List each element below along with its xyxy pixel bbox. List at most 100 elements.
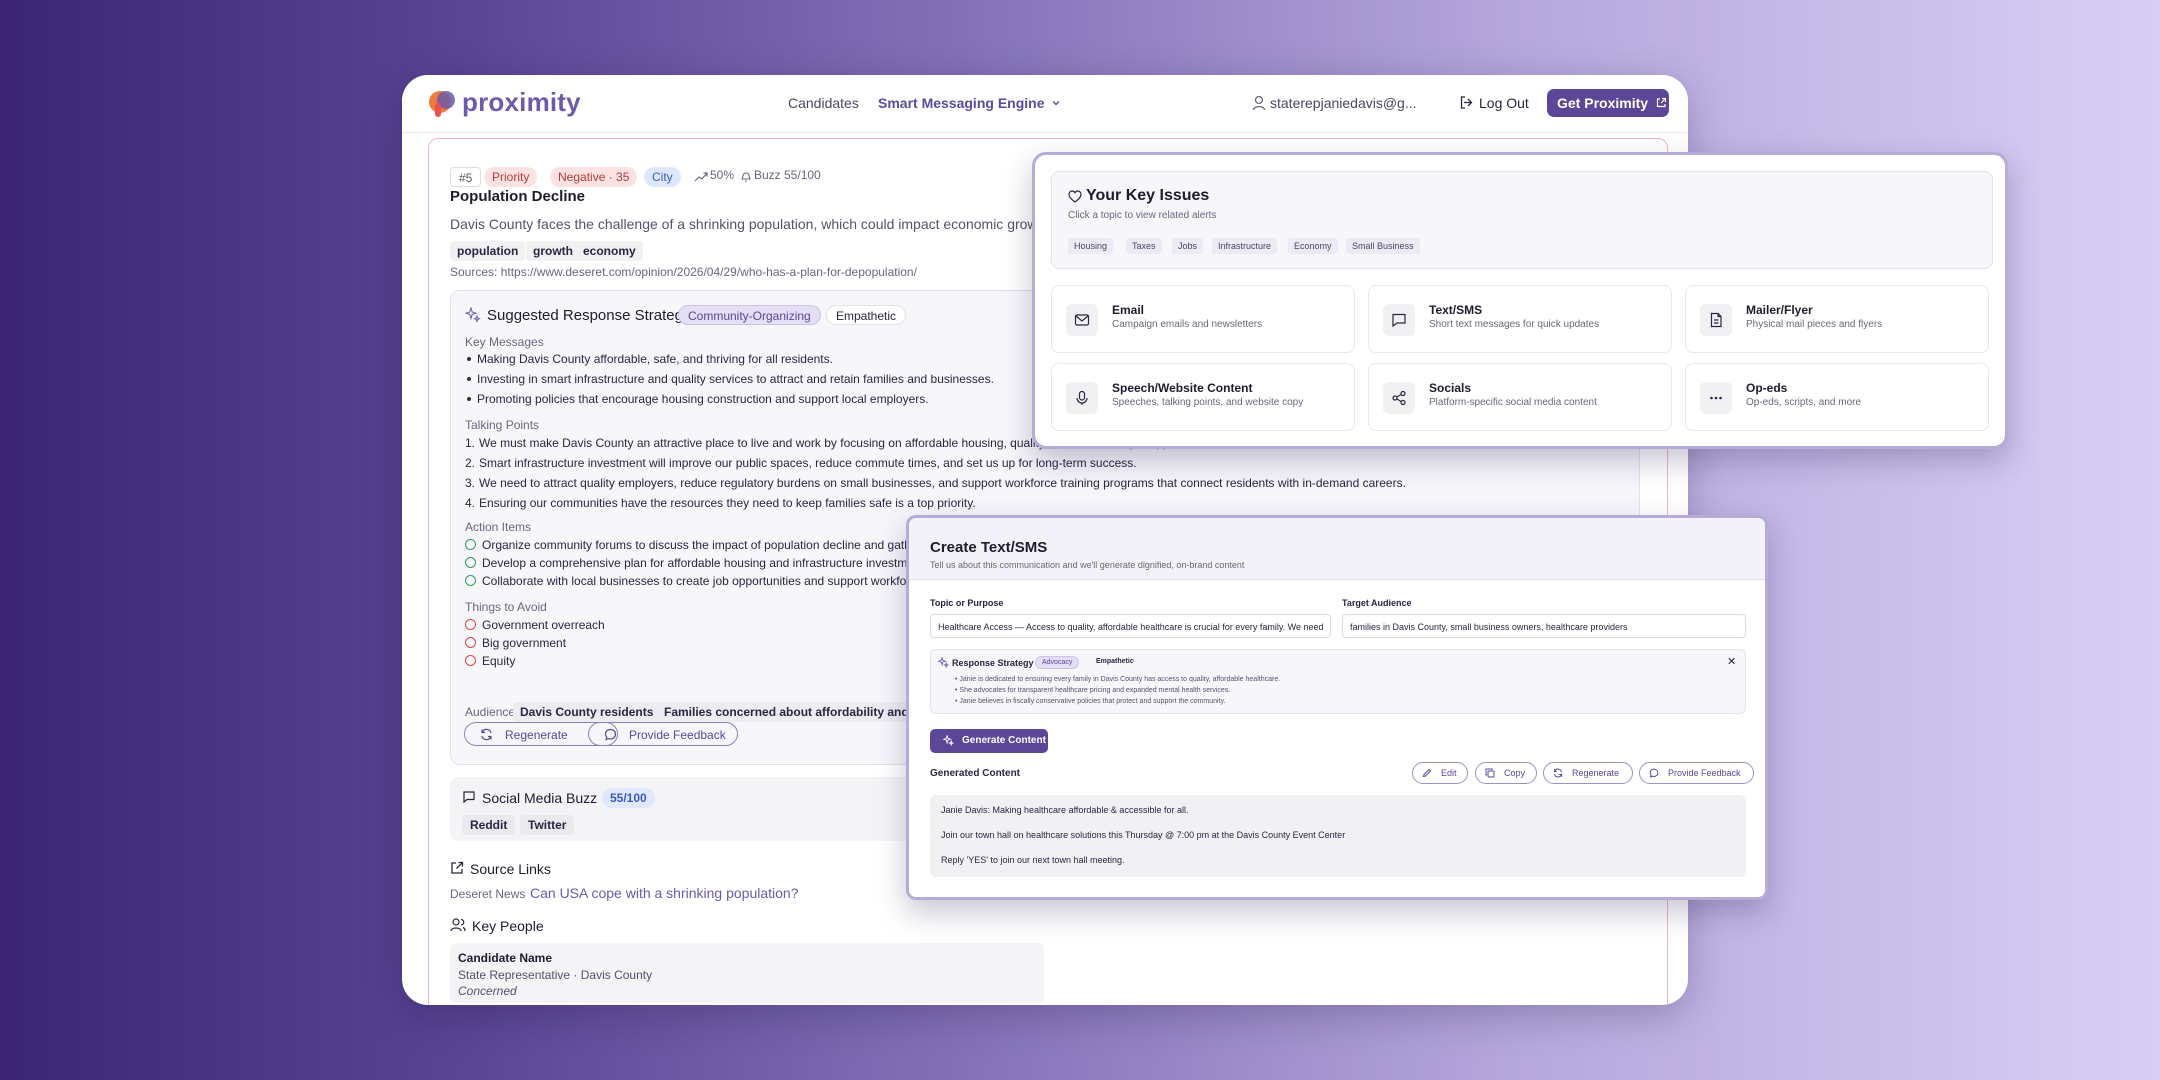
key-issues-panel: Your Key Issues Click a topic to view re…	[1032, 152, 2008, 449]
topic-tag-economy[interactable]: Economy	[1288, 238, 1338, 254]
strategy-point: • Janie is dedicated to ensuring every f…	[955, 676, 1281, 683]
nav-candidates[interactable]: Candidates	[788, 95, 859, 111]
card-icon-box	[1066, 382, 1098, 414]
list-number: 3.	[465, 476, 476, 490]
content-type-socials[interactable]: Socials Platform-specific social media c…	[1368, 363, 1672, 431]
list-number: 2.	[465, 456, 476, 470]
generated-line: Janie Davis: Making healthcare affordabl…	[941, 805, 1189, 815]
card-icon-box	[1383, 382, 1415, 414]
sources-text[interactable]: Sources: https://www.deseret.com/opinion…	[450, 265, 917, 279]
list-number: 4.	[465, 496, 476, 510]
refresh-icon	[481, 728, 492, 741]
strategy-point-text: Janie is dedicated to ensuring every fam…	[959, 676, 1281, 683]
source-publisher: Deseret News	[450, 887, 526, 901]
talking-point: We need to attract quality employers, re…	[479, 476, 1406, 490]
content-type-mailer[interactable]: Mailer/Flyer Physical mail pieces and fl…	[1685, 285, 1989, 353]
list-number: 1.	[465, 436, 476, 450]
content-type-text-sms[interactable]: Text/SMS Short text messages for quick u…	[1368, 285, 1672, 353]
alert-circle-icon	[465, 655, 476, 666]
source-link[interactable]: Can USA cope with a shrinking population…	[530, 885, 799, 901]
external-link-icon	[451, 861, 464, 874]
source-links-title: Source Links	[470, 861, 551, 877]
scope-badge: City	[644, 167, 681, 187]
proximity-logo-icon	[429, 91, 455, 117]
generated-content-box[interactable]: Janie Davis: Making healthcare affordabl…	[930, 795, 1746, 877]
keyword-chip: economy	[576, 241, 643, 261]
content-type-op-eds[interactable]: Op-eds Op-eds, scripts, and more	[1685, 363, 1989, 431]
topic-tag-housing[interactable]: Housing	[1068, 238, 1114, 254]
get-proximity-button[interactable]: Get Proximity	[1547, 89, 1669, 117]
social-score-badge: 55/100	[602, 788, 655, 808]
alert-circle-icon	[465, 637, 476, 648]
bullet	[467, 357, 471, 361]
strategy-type-badge: Community-Organizing	[678, 305, 821, 325]
key-issues-subtitle: Click a topic to view related alerts	[1068, 210, 1217, 221]
card-icon-box	[1700, 304, 1732, 336]
person-name: Candidate Name	[458, 951, 553, 965]
topic-tag-small-business[interactable]: Small Business	[1346, 238, 1420, 254]
card-title: Mailer/Flyer	[1746, 303, 1813, 317]
message-icon	[1392, 313, 1406, 328]
edit-button[interactable]: Edit	[1412, 762, 1468, 784]
card-title: Socials	[1429, 381, 1472, 395]
share-icon	[1392, 390, 1406, 406]
card-subtitle: Campaign emails and newsletters	[1112, 319, 1263, 330]
copy-icon	[1485, 768, 1495, 778]
sparkle-icon	[943, 735, 954, 746]
logout-button[interactable]: Log Out	[1479, 95, 1529, 111]
audience-input[interactable]: families in Davis County, small business…	[1342, 614, 1746, 638]
content-type-speech[interactable]: Speech/Website Content Speeches, talking…	[1051, 363, 1355, 431]
strategy-point: • She advocates for transparent healthca…	[955, 687, 1231, 694]
regenerate-sms-label: Regenerate	[1572, 768, 1620, 778]
platform-chip: Reddit	[462, 815, 516, 835]
topic-tag-infrastructure[interactable]: Infrastructure	[1212, 238, 1278, 254]
person-card[interactable]: Candidate Name State Representative · Da…	[450, 943, 1044, 1003]
key-message: Investing in smart infrastructure and qu…	[477, 372, 994, 386]
bell-icon	[741, 172, 751, 182]
key-issues-title: Your Key Issues	[1086, 187, 1210, 204]
sentiment-badge: Negative · 35	[550, 167, 638, 187]
key-people-title: Key People	[472, 918, 544, 934]
strategy-tone-badge: Empathetic	[826, 305, 907, 325]
card-title: Speech/Website Content	[1112, 381, 1253, 395]
logout-icon	[1460, 96, 1473, 109]
sms-title: Create Text/SMS	[930, 539, 1048, 556]
issue-title: Population Decline	[450, 188, 586, 205]
nav-smart-messaging-label: Smart Messaging Engine	[878, 95, 1045, 111]
card-title: Email	[1112, 303, 1145, 317]
topic-tag-taxes[interactable]: Taxes	[1126, 238, 1162, 254]
strategy-title: Suggested Response Strategy	[487, 307, 691, 324]
close-icon[interactable]: ✕	[1727, 655, 1736, 668]
generated-content-label: Generated Content	[930, 768, 1021, 779]
sparkle-icon	[465, 307, 481, 323]
key-message: Making Davis County affordable, safe, an…	[477, 352, 833, 366]
user-email[interactable]: staterepjaniedavis@g...	[1270, 95, 1417, 111]
strategy-point-text: Janie believes in fiscally conservative …	[959, 698, 1226, 705]
person-stance: Concerned	[458, 984, 517, 998]
provide-feedback-sms-label: Provide Feedback	[1668, 768, 1741, 778]
logo-text[interactable]: proximity	[462, 87, 581, 118]
alert-circle-icon	[465, 619, 476, 630]
card-icon-box	[1700, 382, 1732, 414]
card-subtitle: Physical mail pieces and flyers	[1746, 319, 1883, 330]
social-buzz-title: Social Media Buzz	[482, 790, 598, 806]
sms-strategy-tone: Empathetic	[1096, 658, 1134, 665]
person-role: State Representative · Davis County	[458, 968, 653, 982]
topic-input[interactable]: Healthcare Access — Access to quality, a…	[930, 614, 1331, 638]
microphone-icon	[1076, 390, 1088, 405]
bullet	[467, 377, 471, 381]
topic-tag-jobs[interactable]: Jobs	[1172, 238, 1204, 254]
talking-point: Ensuring our communities have the resour…	[479, 496, 976, 510]
issue-number: #5	[450, 167, 482, 187]
nav-smart-messaging[interactable]: Smart Messaging Engine	[878, 95, 1061, 111]
audience-label: Target Audience	[1342, 598, 1412, 608]
sms-strategy-card: Response Strategy Advocacy Empathetic ✕ …	[930, 649, 1746, 714]
key-messages-label: Key Messages	[465, 335, 544, 349]
strategy-point-text: She advocates for transparent healthcare…	[959, 687, 1231, 694]
content-type-email[interactable]: Email Campaign emails and newsletters	[1051, 285, 1355, 353]
things-to-avoid-label: Things to Avoid	[465, 600, 547, 614]
avoid-item: Big government	[482, 636, 567, 650]
top-nav: proximity Candidates Smart Messaging Eng…	[402, 75, 1688, 133]
provide-feedback-label: Provide Feedback	[629, 728, 726, 742]
priority-badge: Priority	[484, 167, 538, 187]
